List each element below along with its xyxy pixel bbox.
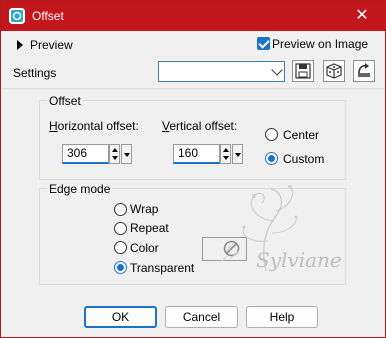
transparent-radio-label[interactable]: Transparent [130, 261, 194, 275]
help-button[interactable]: Help [246, 306, 318, 328]
save-preset-icon [295, 63, 311, 79]
vertical-offset-dropdown-icon[interactable] [232, 144, 243, 164]
horizontal-offset-label: Horizontal offset: [49, 119, 139, 133]
horizontal-offset-label-rest: orizontal offset: [57, 119, 139, 133]
title-bar: Offset ✕ [1, 1, 385, 31]
edge-mode-group-title: Edge mode [47, 182, 113, 196]
vertical-offset-spinner[interactable]: 160 [173, 144, 243, 164]
vertical-offset-label-rest: ertical offset: [169, 119, 238, 133]
arrow-up-icon[interactable] [112, 148, 118, 152]
arrow-down-icon[interactable] [112, 156, 118, 160]
center-radio[interactable] [265, 128, 278, 141]
horizontal-offset-spinner[interactable]: 306 [62, 144, 132, 164]
horizontal-offset-dropdown-icon[interactable] [121, 144, 132, 164]
horizontal-offset-input[interactable]: 306 [62, 144, 109, 164]
randomize-icon [326, 63, 342, 79]
custom-radio-label[interactable]: Custom [283, 152, 324, 166]
settings-label: Settings [13, 66, 57, 80]
center-radio-label[interactable]: Center [283, 128, 319, 142]
save-preset-button[interactable] [292, 60, 314, 82]
vertical-offset-stepper[interactable] [220, 144, 231, 164]
svg-text:Sylviane: Sylviane [256, 248, 342, 272]
repeat-radio-label[interactable]: Repeat [130, 221, 169, 235]
horizontal-offset-stepper[interactable] [109, 144, 120, 164]
offset-app-icon [9, 8, 25, 24]
reset-button[interactable] [353, 60, 375, 82]
vertical-offset-input[interactable]: 160 [173, 144, 220, 164]
transparent-radio[interactable] [114, 261, 127, 274]
expand-triangle-icon [17, 40, 23, 50]
arrow-down-icon[interactable] [223, 156, 229, 160]
reset-icon [358, 63, 370, 77]
horizontal-offset-accel: H [49, 119, 58, 133]
vertical-offset-label: Vertical offset: [162, 119, 237, 133]
preview-on-image-label: Preview on Image [272, 37, 369, 51]
divider [1, 88, 385, 89]
offset-dialog: Offset ✕ Preview Preview on Image Settin… [0, 0, 386, 338]
offset-group-title: Offset [47, 94, 83, 108]
randomize-button[interactable] [323, 60, 345, 82]
checkbox-checked-icon[interactable] [257, 37, 270, 50]
cancel-button[interactable]: Cancel [165, 306, 238, 328]
repeat-radio[interactable] [114, 222, 127, 235]
close-icon[interactable]: ✕ [339, 1, 385, 31]
settings-preset-select[interactable] [158, 61, 285, 82]
color-radio-label[interactable]: Color [130, 241, 159, 255]
watermark-flourish-signature: Sylviane [221, 185, 342, 272]
wrap-radio-label[interactable]: Wrap [130, 202, 158, 216]
ok-button[interactable]: OK [84, 306, 157, 328]
preview-label: Preview [30, 38, 73, 52]
wrap-radio[interactable] [114, 203, 127, 216]
custom-radio[interactable] [265, 152, 278, 165]
arrow-up-icon[interactable] [223, 148, 229, 152]
chevron-down-icon[interactable] [271, 64, 283, 76]
window-title: Offset [32, 9, 64, 23]
color-radio[interactable] [114, 241, 127, 254]
preview-on-image-checkbox[interactable]: Preview on Image [257, 37, 377, 53]
